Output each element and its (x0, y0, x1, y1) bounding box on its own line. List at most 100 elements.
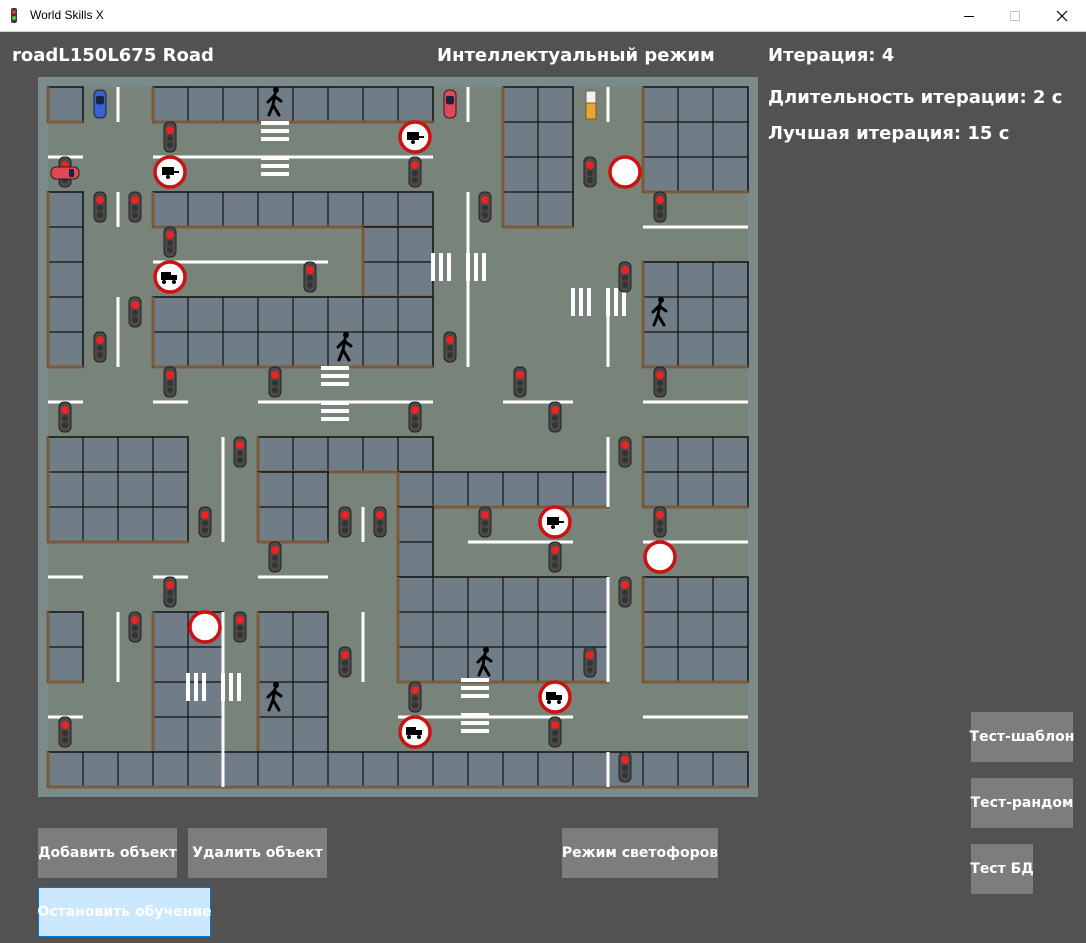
stop-training-button[interactable]: Остановить обучение (37, 887, 212, 937)
traffic-light-icon (618, 751, 632, 783)
traffic-light-icon (233, 436, 247, 468)
traffic-light-icon (128, 296, 142, 328)
traffic-light-icon (478, 191, 492, 223)
crosswalk-stripe (461, 713, 489, 717)
crosswalk-stripe (261, 164, 289, 168)
traffic-light-icon (583, 646, 597, 678)
car-icon (93, 89, 107, 119)
best-iteration-label: Лучшая итерация: 15 с (768, 123, 1010, 144)
crosswalk-stripe (321, 374, 349, 378)
crosswalk-stripe (482, 253, 486, 281)
car-icon (50, 166, 80, 180)
traffic-light-icon (198, 506, 212, 538)
traffic-light-icon (93, 191, 107, 223)
building-blocks (46, 86, 749, 789)
crosswalk-stripe (466, 253, 470, 281)
traffic-light-icon (233, 611, 247, 643)
car-icon (443, 89, 457, 119)
crosswalk-stripe (321, 417, 349, 421)
crosswalk-stripe (261, 137, 289, 141)
road-map-canvas (46, 86, 749, 789)
crosswalk-stripe (194, 673, 198, 701)
traffic-light-icon (128, 611, 142, 643)
crosswalk-stripe (321, 409, 349, 413)
traffic-light-icon (653, 506, 667, 538)
traffic-light-icon (373, 506, 387, 538)
crosswalk-stripe (321, 366, 349, 370)
traffic-light-icon (618, 261, 632, 293)
maximize-icon (1010, 10, 1020, 21)
traffic-light-icon (618, 436, 632, 468)
crosswalk-stripe (221, 673, 225, 701)
no-trucks-sign-icon (538, 680, 572, 714)
test-db-button[interactable]: Тест БД (970, 844, 1034, 894)
crosswalk-stripe (261, 129, 289, 133)
traffic-light-icon (443, 331, 457, 363)
traffic-light-icon (163, 576, 177, 608)
traffic-light-icon (163, 121, 177, 153)
traffic-light-icon (408, 681, 422, 713)
app-traffic-light-icon (11, 8, 17, 23)
traffic-light-icon (58, 401, 72, 433)
no-vehicles-sign-icon (188, 610, 222, 644)
crosswalk-stripe (447, 253, 451, 281)
crosswalk-stripe (321, 401, 349, 405)
no-trucks-sign-icon (153, 260, 187, 294)
close-icon (1056, 10, 1068, 21)
close-button[interactable] (1039, 0, 1085, 31)
crosswalk-stripe (261, 172, 289, 176)
traffic-light-icon (303, 261, 317, 293)
window-title: World Skills X (30, 8, 104, 22)
crosswalk-stripe (439, 253, 443, 281)
mode-label: Интеллектуальный режим (437, 45, 715, 66)
crosswalk-stripe (431, 253, 435, 281)
traffic-light-icon (408, 156, 422, 188)
crosswalk-stripe (461, 694, 489, 698)
minimize-icon (964, 15, 974, 17)
crosswalk-stripe (261, 156, 289, 160)
crosswalk-stripe (202, 673, 206, 701)
crosswalk-stripe (261, 121, 289, 125)
traffic-light-icon (653, 191, 667, 223)
crosswalk-stripe (461, 686, 489, 690)
traffic-light-icon (268, 366, 282, 398)
traffic-light-icon (93, 331, 107, 363)
traffic-light-icon (128, 191, 142, 223)
no-vehicles-sign-icon (643, 540, 677, 574)
traffic-light-icon (408, 401, 422, 433)
traffic-light-icon (653, 366, 667, 398)
traffic-light-icon (548, 541, 562, 573)
road-map[interactable] (38, 77, 758, 797)
traffic-light-icon (58, 716, 72, 748)
crosswalk-stripe (474, 253, 478, 281)
traffic-light-icon (338, 646, 352, 678)
traffic-light-icon (548, 716, 562, 748)
crosswalk-stripe (571, 288, 575, 316)
maximize-button[interactable] (992, 0, 1038, 31)
window-titlebar: World Skills X (0, 0, 1086, 32)
crosswalk-stripe (321, 382, 349, 386)
iteration-label: Итерация: 4 (768, 45, 895, 66)
traffic-light-mode-button[interactable]: Режим светофоров (562, 828, 718, 878)
crosswalk-stripe (229, 673, 233, 701)
no-trailer-sign-icon (398, 120, 432, 154)
traffic-light-icon (548, 401, 562, 433)
traffic-light-icon (268, 541, 282, 573)
traffic-light-icon (338, 506, 352, 538)
test-random-button[interactable]: Тест-рандом (971, 778, 1073, 828)
traffic-light-icon (478, 506, 492, 538)
crosswalk-stripe (587, 288, 591, 316)
test-template-button[interactable]: Тест-шаблон (970, 712, 1074, 762)
minimize-button[interactable] (946, 0, 992, 31)
crosswalk-stripe (461, 678, 489, 682)
bus-icon (585, 90, 597, 120)
crosswalk-stripe (461, 729, 489, 733)
add-object-button[interactable]: Добавить объект (38, 828, 177, 878)
no-trailer-sign-icon (538, 505, 572, 539)
delete-object-button[interactable]: Удалить объект (188, 828, 327, 878)
iteration-duration-label: Длительность итерации: 2 с (768, 87, 1063, 108)
no-trailer-sign-icon (153, 155, 187, 189)
crosswalk-stripe (579, 288, 583, 316)
traffic-light-icon (618, 576, 632, 608)
crosswalk-stripe (186, 673, 190, 701)
